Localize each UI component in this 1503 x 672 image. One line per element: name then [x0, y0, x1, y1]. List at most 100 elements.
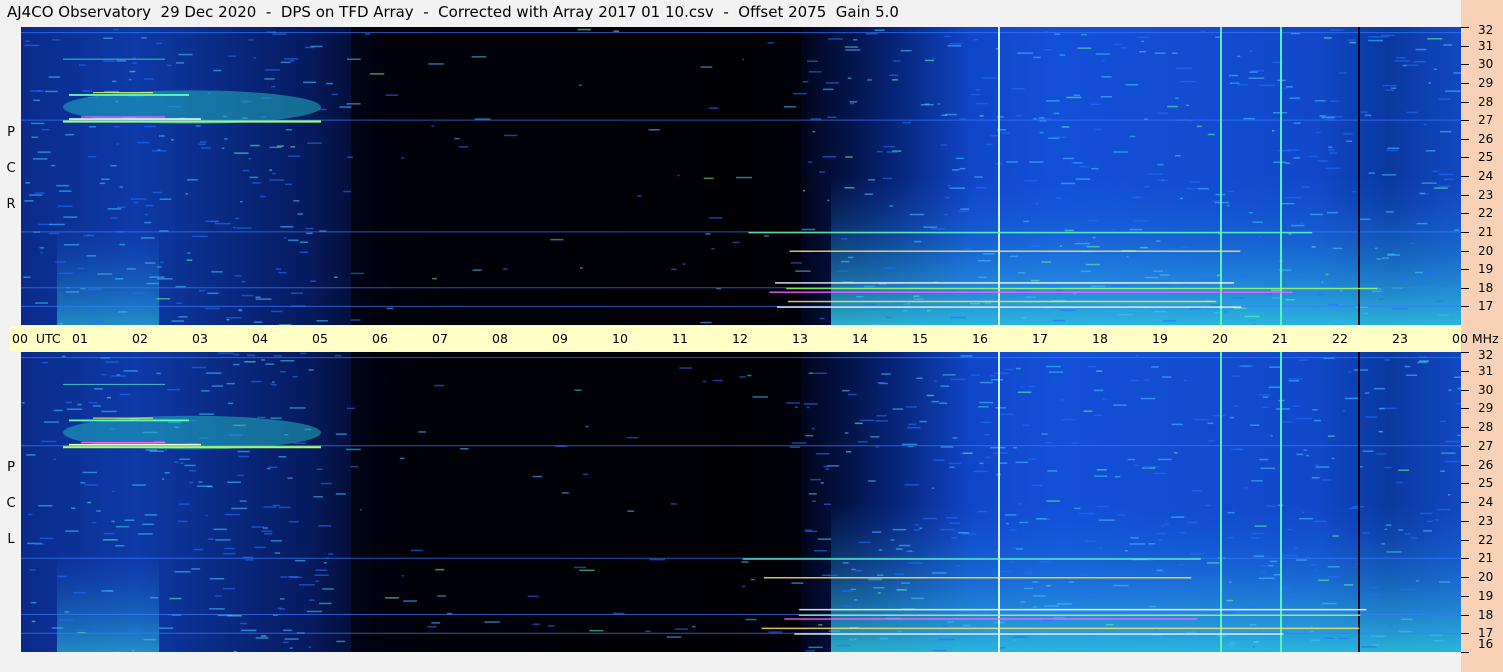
noise-speckle — [261, 530, 273, 532]
mhz-tick-label: 26 — [1478, 457, 1494, 472]
noise-speckle — [1388, 624, 1393, 627]
noise-speckle — [111, 520, 116, 523]
noise-speckle — [191, 366, 207, 369]
noise-speckle — [1330, 100, 1340, 102]
noise-speckle — [1021, 317, 1027, 319]
noise-speckle — [175, 62, 184, 64]
noise-speckle — [1434, 519, 1439, 521]
noise-speckle — [932, 57, 936, 60]
utc-tick-label: 07 — [432, 331, 448, 346]
noise-speckle — [786, 402, 800, 404]
noise-speckle — [198, 143, 206, 145]
noise-speckle — [248, 39, 254, 41]
noise-speckle — [1350, 590, 1359, 592]
noise-speckle — [583, 473, 589, 476]
noise-speckle — [503, 268, 508, 270]
mhz-tick-mark — [1461, 306, 1469, 308]
daytime-streak — [799, 608, 1367, 611]
noise-speckle — [1140, 397, 1156, 400]
noise-speckle — [159, 198, 172, 200]
noise-speckle — [1325, 273, 1329, 276]
noise-speckle — [224, 513, 241, 516]
noise-speckle — [179, 503, 190, 505]
utc-tick-label: 19 — [1152, 331, 1168, 346]
daytime-streak — [774, 282, 1235, 284]
noise-speckle — [431, 622, 441, 624]
noise-speckle — [115, 525, 130, 528]
noise-speckle — [944, 214, 948, 216]
noise-speckle — [270, 383, 274, 385]
noise-speckle — [111, 375, 127, 377]
mhz-tick-mark — [1461, 45, 1469, 47]
noise-speckle — [175, 285, 186, 288]
noise-speckle — [1230, 448, 1244, 451]
noise-speckle — [1148, 543, 1156, 545]
noise-speckle — [1373, 387, 1385, 390]
noise-speckle — [1406, 111, 1419, 114]
noise-speckle — [223, 587, 236, 590]
noise-speckle — [783, 106, 796, 108]
noise-speckle — [1438, 98, 1451, 100]
mhz-tick-mark — [1461, 194, 1469, 196]
noise-speckle — [841, 590, 853, 592]
noise-speckle — [1038, 252, 1041, 255]
noise-speckle — [1433, 68, 1437, 70]
noise-speckle — [1157, 163, 1164, 166]
noise-speckle — [814, 550, 827, 552]
noise-speckle — [857, 441, 868, 443]
noise-speckle — [82, 471, 97, 474]
noise-speckle — [674, 628, 688, 630]
noise-speckle — [272, 33, 287, 35]
noise-speckle — [79, 64, 86, 66]
noise-speckle — [1113, 43, 1122, 45]
noise-speckle — [878, 549, 882, 551]
noise-speckle — [1102, 398, 1108, 400]
noise-speckle — [1269, 366, 1282, 368]
noise-speckle — [1282, 554, 1298, 557]
utc-tick-label: 10 — [612, 331, 628, 346]
noise-speckle — [1364, 416, 1378, 418]
noise-speckle — [1009, 255, 1018, 258]
noise-speckle — [1190, 181, 1200, 183]
noise-speckle — [645, 630, 651, 633]
noise-speckle — [1385, 89, 1394, 91]
noise-speckle — [1041, 261, 1052, 263]
noise-speckle — [884, 267, 896, 269]
noise-speckle — [410, 549, 424, 552]
noise-speckle — [227, 481, 241, 483]
noise-speckle — [239, 500, 247, 502]
noise-speckle — [732, 241, 740, 244]
noise-speckle — [271, 310, 283, 313]
noise-speckle — [278, 324, 292, 325]
noise-speckle — [209, 608, 225, 610]
noise-speckle — [1254, 525, 1267, 527]
noise-speckle — [256, 416, 266, 419]
noise-speckle — [976, 187, 987, 189]
noise-speckle — [853, 39, 858, 41]
noise-speckle — [909, 213, 924, 216]
noise-speckle — [1182, 283, 1191, 285]
noise-speckle — [152, 191, 163, 194]
noise-speckle — [812, 130, 816, 133]
noise-speckle — [1453, 229, 1460, 231]
noise-speckle — [802, 81, 809, 83]
noise-speckle — [1383, 84, 1397, 87]
noise-speckle — [248, 158, 252, 160]
noise-speckle — [322, 588, 334, 590]
noise-speckle — [272, 381, 275, 383]
noise-speckle — [907, 562, 924, 564]
noise-speckle — [1017, 52, 1034, 54]
noise-speckle — [1249, 623, 1257, 626]
noise-speckle — [399, 457, 405, 460]
daytime-streak — [789, 250, 1241, 252]
noise-speckle — [956, 157, 964, 160]
noise-speckle — [1111, 285, 1127, 287]
noise-speckle — [91, 626, 96, 629]
noise-speckle — [1349, 507, 1360, 510]
lcp-spectrogram — [21, 352, 1461, 652]
noise-speckle — [1288, 597, 1298, 599]
noise-speckle — [827, 116, 837, 118]
noise-speckle — [101, 178, 110, 180]
noise-speckle — [919, 527, 923, 529]
noise-speckle — [1151, 366, 1159, 368]
